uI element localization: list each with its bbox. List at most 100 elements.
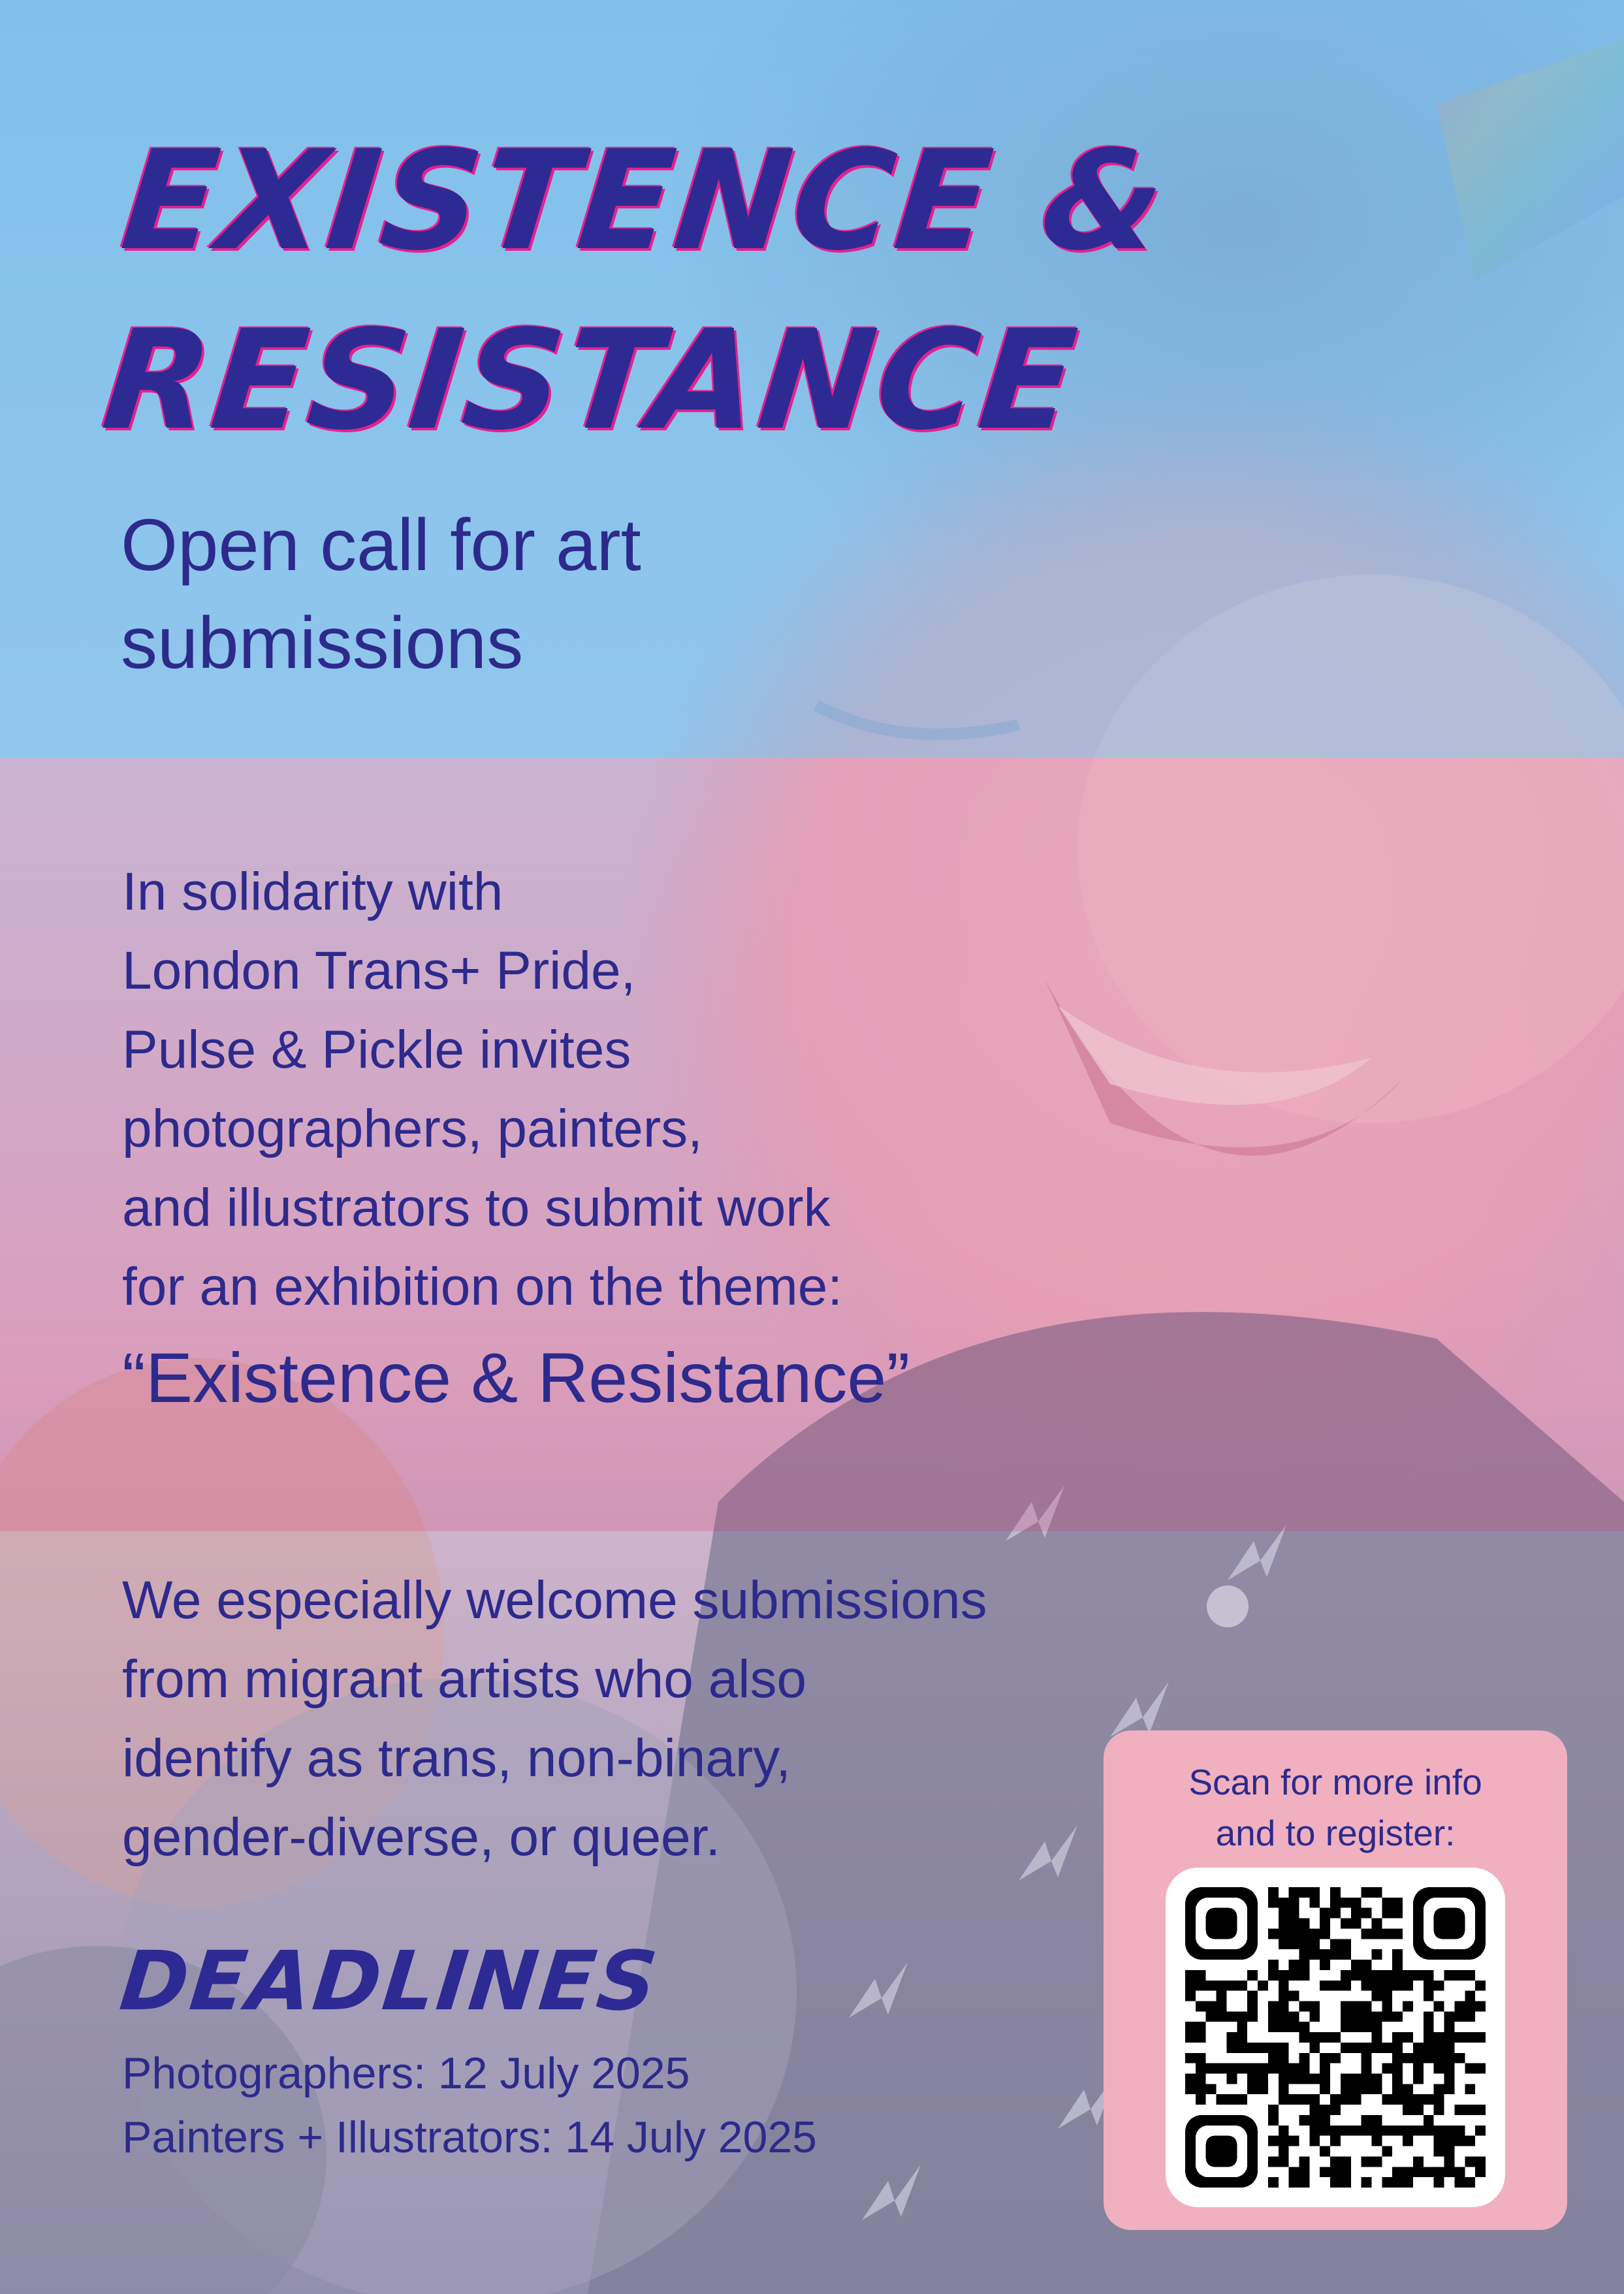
deadlines-heading: Deadlines	[116, 1934, 663, 2029]
qr-module	[1330, 1907, 1341, 1919]
qr-module	[1444, 2084, 1455, 2095]
qr-module	[1361, 1928, 1372, 1939]
qr-module	[1454, 2135, 1465, 2146]
qr-module	[1340, 2022, 1351, 2033]
intro-line: In solidarity with	[122, 862, 503, 921]
qr-module	[1382, 1969, 1393, 1981]
qr-module	[1340, 2084, 1351, 2095]
qr-module	[1320, 1980, 1331, 1991]
qr-module	[1454, 2011, 1465, 2022]
qr-module	[1382, 2063, 1393, 2074]
qr-module	[1278, 1897, 1289, 1908]
qr-module	[1320, 2114, 1331, 2126]
qr-module	[1371, 1918, 1382, 1929]
qr-module	[1278, 2073, 1289, 2084]
qr-module	[1392, 2125, 1403, 2136]
qr-module	[1226, 2011, 1237, 2022]
qr-module	[1433, 2177, 1444, 2188]
qr-module	[1185, 2052, 1196, 2063]
qr-module	[1361, 1960, 1372, 1970]
qr-module	[1278, 1939, 1289, 1950]
qr-module	[1330, 2167, 1341, 2178]
qr-module	[1288, 2063, 1299, 2074]
qr-module	[1392, 2073, 1403, 2084]
qr-module	[1309, 1939, 1320, 1950]
qr-module	[1361, 1907, 1372, 1919]
qr-module	[1309, 2011, 1320, 2022]
qr-module	[1423, 2125, 1434, 2136]
qr-module	[1267, 1887, 1279, 1898]
qr-module	[1371, 2084, 1382, 2095]
qr-module	[1423, 1969, 1434, 1981]
qr-module	[1382, 1990, 1393, 2001]
qr-module	[1465, 2177, 1476, 2188]
qr-code[interactable]	[1166, 1868, 1505, 2207]
qr-module	[1423, 2052, 1434, 2063]
qr-module	[1320, 2063, 1331, 2074]
qr-module	[1309, 2105, 1320, 2115]
qr-module	[1299, 1887, 1310, 1898]
qr-module	[1205, 2011, 1217, 2022]
qr-module	[1433, 2125, 1444, 2136]
qr-module	[1258, 2042, 1268, 2053]
qr-module	[1340, 1897, 1351, 1908]
qr-module	[1226, 1980, 1237, 1991]
qr-module	[1195, 2001, 1206, 2012]
qr-module	[1371, 2073, 1382, 2084]
qr-module	[1382, 2146, 1393, 2157]
qr-module	[1392, 1928, 1403, 1939]
qr-module	[1288, 2135, 1299, 2146]
qr-module	[1475, 2032, 1486, 2043]
qr-module	[1258, 1980, 1268, 1991]
qr-module	[1392, 2063, 1403, 2074]
qr-module	[1340, 2125, 1351, 2136]
qr-module	[1412, 2073, 1424, 2084]
qr-module	[1267, 2114, 1279, 2126]
qr-module	[1350, 2022, 1361, 2033]
qr-module	[1309, 1928, 1320, 1939]
qr-module	[1330, 2156, 1341, 2167]
qr-module	[1465, 1969, 1476, 1981]
qr-module	[1361, 2063, 1372, 2074]
qr-module	[1205, 2001, 1217, 2012]
qr-module	[1350, 1960, 1361, 1970]
qr-module	[1340, 1980, 1351, 1991]
qr-module	[1350, 1918, 1361, 1929]
qr-module	[1444, 2146, 1455, 2157]
qr-module	[1288, 2073, 1299, 2084]
qr-module	[1216, 1980, 1227, 1991]
qr-module	[1247, 2063, 1258, 2074]
qr-module	[1185, 1990, 1196, 2001]
qr-module	[1350, 1897, 1361, 1908]
welcome-line: gender-diverse, or queer.	[122, 1808, 721, 1867]
qr-module	[1340, 2073, 1351, 2084]
qr-module	[1371, 1980, 1382, 1991]
qr-module	[1465, 2032, 1476, 2043]
qr-module	[1392, 1949, 1403, 1960]
qr-module	[1361, 2156, 1372, 2167]
qr-module	[1330, 2125, 1341, 2136]
qr-module	[1361, 2177, 1372, 2188]
qr-module	[1237, 2032, 1248, 2043]
qr-module	[1237, 2063, 1248, 2074]
qr-module	[1340, 2011, 1351, 2022]
qr-module	[1433, 1980, 1444, 1991]
qr-module	[1382, 1928, 1393, 1939]
qr-module	[1361, 2125, 1372, 2136]
qr-module	[1433, 2001, 1444, 2012]
qr-module	[1412, 2156, 1424, 2167]
qr-module	[1371, 2125, 1382, 2136]
qr-module	[1258, 2084, 1268, 2095]
qr-module	[1330, 2177, 1341, 2188]
qr-module	[1205, 2084, 1217, 2095]
qr-module	[1412, 2052, 1424, 2063]
qr-module	[1195, 1969, 1206, 1981]
qr-module	[1433, 2094, 1444, 2105]
qr-module	[1226, 2073, 1237, 2084]
qr-module	[1433, 2052, 1444, 2063]
qr-module	[1403, 2084, 1413, 2095]
qr-module	[1392, 2084, 1403, 2095]
qr-module	[1309, 2001, 1320, 2012]
qr-module	[1299, 1928, 1310, 1939]
qr-module	[1278, 2135, 1289, 2146]
